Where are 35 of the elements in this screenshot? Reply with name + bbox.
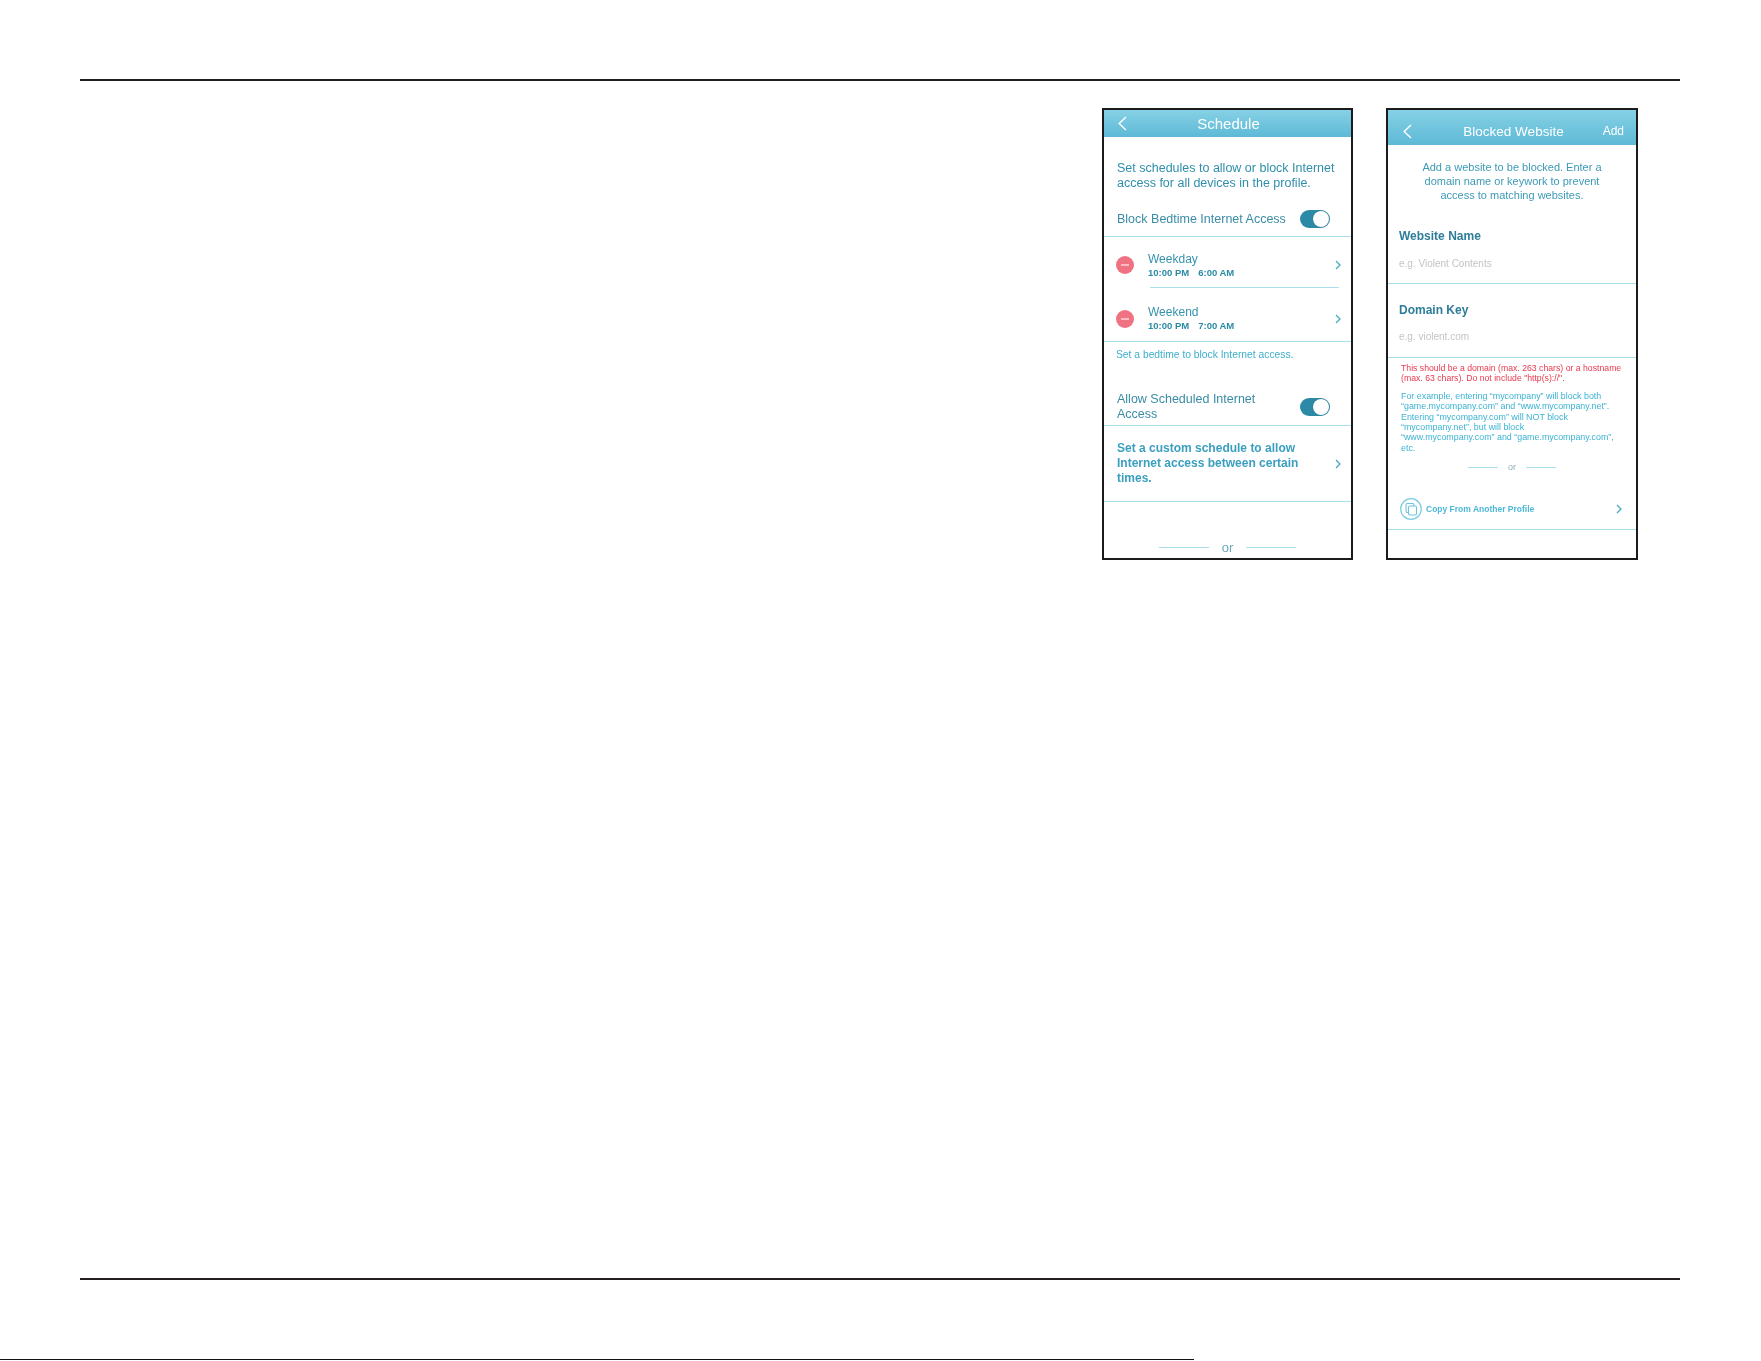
intro-text: Set schedules to allow or block Internet access for all devices in the profile. (1116, 160, 1336, 191)
field-label: Domain Key (1399, 302, 1470, 318)
chevron-right-icon (1335, 458, 1341, 469)
hint-text: Set a bedtime to block Internet access. (1115, 348, 1295, 361)
copy-profile-link[interactable]: Copy From Another Profile (1426, 503, 1535, 515)
chevron-right-icon (1335, 260, 1341, 270)
bedtime-toggle[interactable] (1300, 210, 1330, 228)
add-button[interactable]: Add (1602, 124, 1624, 139)
scheduled-toggle[interactable] (1300, 398, 1330, 416)
schedule-name: Weekday (1148, 251, 1199, 267)
stacked-squares-icon (1400, 498, 1422, 521)
screen-title: Blocked Website (1463, 123, 1564, 140)
start-time: 10:00 PM (1148, 320, 1190, 332)
end-time: 6:00 AM (1198, 266, 1235, 279)
toggle-label: Block Bedtime Internet Access (1117, 211, 1287, 227)
schedule-name: Weekend (1148, 305, 1200, 320)
chevron-left-icon[interactable] (1403, 124, 1412, 139)
start-time: 10:00 PM (1148, 266, 1190, 279)
chevron-right-icon (1335, 313, 1341, 324)
custom-schedule-link[interactable]: Set a custom schedule to allow Internet access between certain times. (1117, 441, 1317, 486)
chevron-right-icon (1616, 504, 1622, 515)
field-label: Website Name (1399, 228, 1482, 244)
error-text: This should be a domain (max. 263 chars) or a hostname (max. 63 chars). Do not include "http(s)://". (1400, 362, 1623, 384)
end-time: 7:00 AM (1198, 320, 1235, 332)
minus-circle-icon[interactable] (1116, 309, 1134, 328)
minus-circle-icon[interactable] (1116, 256, 1134, 274)
text-field[interactable]: e.g. violent.com (1399, 329, 1625, 345)
separator-text: or (1221, 539, 1234, 556)
screen-title: Schedule (1197, 114, 1260, 133)
toggle-label: Allow Scheduled Internet Access (1117, 392, 1257, 422)
chevron-left-icon[interactable] (1118, 116, 1127, 131)
text-field[interactable]: e.g. Violent Contents (1399, 256, 1625, 272)
example-text: For example, entering “mycompany” will block both “game.mycompany.com” and “www.mycompany.net”. Entering “mycompany.com” will NOT block “mycompany.net”, but will block “www.mycompany.com” and “game.mycompany.com”, etc. (1400, 390, 1615, 454)
separator-text: or (1508, 461, 1516, 474)
intro-text: Add a website to be blocked. Enter a domain name or keywork to prevent access to matching websites. (1421, 160, 1603, 202)
